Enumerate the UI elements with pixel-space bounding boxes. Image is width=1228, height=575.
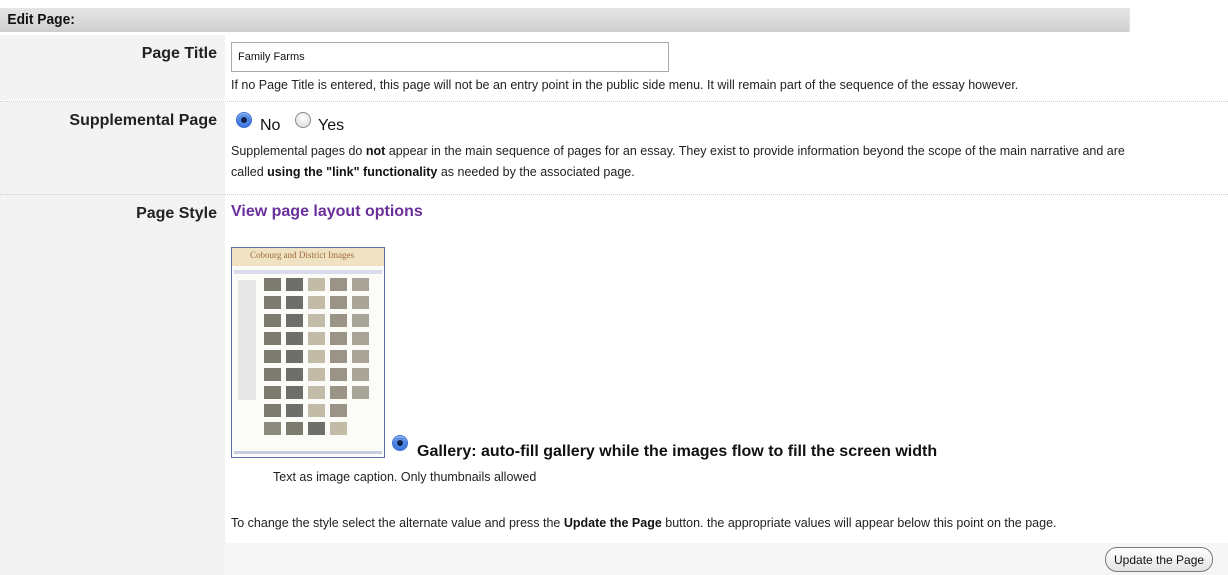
thumbnail-image-cell: [264, 332, 281, 345]
thumbnail-image-cell: [330, 278, 347, 291]
view-layout-options-link[interactable]: View page layout options: [231, 203, 423, 221]
thumbnail-image-cell: [264, 422, 281, 435]
thumbnail-image-cell: [308, 314, 325, 327]
thumbnail-image-cell: [286, 368, 303, 381]
thumbnail-image-cell: [308, 422, 325, 435]
page-style-label-cell: Page Style: [0, 195, 225, 543]
thumbnail-image-cell: [352, 350, 369, 363]
thumbnail-image-cell: [264, 296, 281, 309]
thumbnail-image-cell: [286, 278, 303, 291]
supplemental-label-cell: Supplemental Page: [0, 102, 225, 195]
thumbnail-image-cell: [286, 296, 303, 309]
form-header-title: Edit Page:: [7, 11, 75, 28]
thumbnail-image-cell: [308, 350, 325, 363]
supplemental-label: Supplemental Page: [69, 112, 217, 129]
thumbnail-image-cell: [286, 404, 303, 417]
form-actions-bar: [0, 543, 1228, 575]
thumbnail-image-cell: [352, 278, 369, 291]
supplemental-help-line1: Supplemental pages do not appear in the …: [231, 144, 1125, 158]
gallery-style-label: Gallery: auto-fill gallery while the ima…: [417, 443, 938, 460]
thumbnail-image-cell: [264, 350, 281, 363]
thumbnail-image-cell: [264, 278, 281, 291]
thumbnail-image-cell: [330, 350, 347, 363]
thumbnail-image-cell: [330, 368, 347, 381]
thumbnail-sidebar: [238, 280, 256, 400]
thumbnail-image-cell: [330, 386, 347, 399]
thumbnail-image-cell: [352, 296, 369, 309]
thumbnail-title: Cobourg and District Images: [250, 250, 355, 260]
thumbnail-image-cell: [286, 386, 303, 399]
thumbnail-image-cell: [308, 296, 325, 309]
thumbnail-image-cell: [330, 314, 347, 327]
update-page-button[interactable]: Update the Page: [1105, 547, 1214, 572]
edit-page-form: Edit Page: Page Title If no Page Title i…: [0, 0, 1228, 575]
thumbnail-image-cell: [308, 386, 325, 399]
thumbnail-image-cell: [308, 368, 325, 381]
thumbnail-image-cell: [308, 278, 325, 291]
form-header: Edit Page:: [0, 8, 1130, 32]
supplemental-no-radio[interactable]: [236, 112, 252, 128]
gallery-layout-thumbnail[interactable]: Cobourg and District Images: [231, 247, 385, 458]
page-title-input[interactable]: [231, 42, 669, 72]
thumbnail-image-cell: [286, 314, 303, 327]
thumbnail-image-cell: [352, 386, 369, 399]
thumbnail-image-cell: [308, 404, 325, 417]
thumbnail-image-cell: [286, 350, 303, 363]
gallery-style-radio[interactable]: [392, 435, 408, 451]
page-style-instructions: To change the style select the alternate…: [231, 516, 1057, 530]
thumbnail-image-cell: [330, 404, 347, 417]
page-style-label: Page Style: [136, 205, 217, 222]
thumbnail-image-cell: [264, 386, 281, 399]
thumbnail-image-cell: [352, 314, 369, 327]
form-actions-cell: [225, 543, 1228, 575]
page-title-label: Page Title: [141, 45, 217, 62]
thumbnail-image-cell: [264, 368, 281, 381]
thumbnail-image-cell: [308, 332, 325, 345]
supplemental-help-line2: called using the "link" functionality as…: [231, 165, 635, 179]
thumbnail-image-cell: [330, 296, 347, 309]
thumbnail-image-cell: [330, 332, 347, 345]
thumbnail-nav: [234, 270, 382, 274]
thumbnail-image-cell: [286, 332, 303, 345]
thumbnail-image-cell: [352, 368, 369, 381]
supplemental-yes-radio[interactable]: [295, 112, 311, 128]
page-title-help: If no Page Title is entered, this page w…: [231, 78, 1019, 92]
gallery-caption-note: Text as image caption. Only thumbnails a…: [273, 470, 537, 484]
page-title-label-cell: Page Title: [0, 35, 225, 100]
thumbnail-image-cell: [264, 404, 281, 417]
thumbnail-image-cell: [352, 332, 369, 345]
supplemental-no-label: No: [260, 117, 281, 134]
supplemental-yes-label: Yes: [318, 117, 345, 134]
thumbnail-footer: [234, 451, 382, 454]
thumbnail-image-cell: [286, 422, 303, 435]
thumbnail-image-cell: [330, 422, 347, 435]
thumbnail-image-cell: [264, 314, 281, 327]
